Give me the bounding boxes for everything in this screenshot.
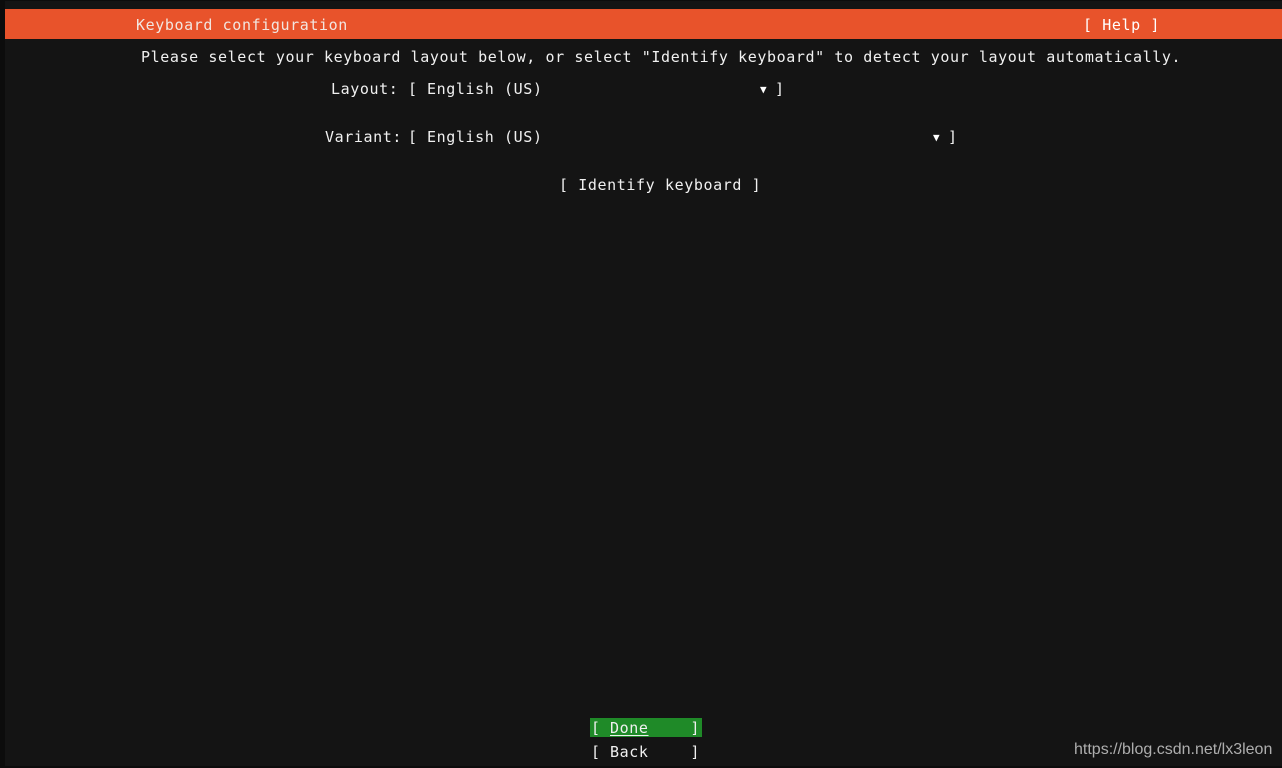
done-bracket-left: [ (591, 719, 601, 737)
back-bracket-left: [ (591, 743, 601, 761)
done-button[interactable]: [ Done ] (590, 718, 702, 737)
layout-select-value[interactable]: English (US) (427, 79, 543, 99)
layout-bracket-open: [ (408, 80, 418, 98)
chevron-down-icon[interactable]: ▼ (933, 128, 940, 148)
layout-label: Layout: (331, 80, 399, 98)
variant-label: Variant: (325, 128, 403, 146)
watermark-text: https://blog.csdn.net/lx3leon (1074, 741, 1273, 758)
identify-keyboard-button[interactable]: [ Identify keyboard ] (559, 175, 761, 195)
variant-bracket-open: [ (408, 128, 418, 146)
done-bracket-right: ] (690, 719, 700, 737)
chevron-down-icon[interactable]: ▼ (760, 80, 767, 100)
back-button-label: Back (610, 743, 649, 761)
done-button-label: Done (610, 719, 649, 737)
footer-button-group: [ Done ] [ Back ] (590, 718, 702, 761)
layout-bracket-close: ] (775, 80, 785, 98)
variant-select-value[interactable]: English (US) (427, 127, 543, 147)
instruction-text: Please select your keyboard layout below… (141, 48, 1182, 66)
variant-bracket-close: ] (948, 128, 958, 146)
page-title: Keyboard configuration (136, 16, 348, 34)
help-button[interactable]: [ Help ] (1083, 15, 1160, 35)
back-button[interactable]: [ Back ] (590, 742, 702, 761)
back-bracket-right: ] (690, 743, 700, 761)
installer-screen: Keyboard configuration [ Help ] Please s… (0, 0, 1282, 768)
